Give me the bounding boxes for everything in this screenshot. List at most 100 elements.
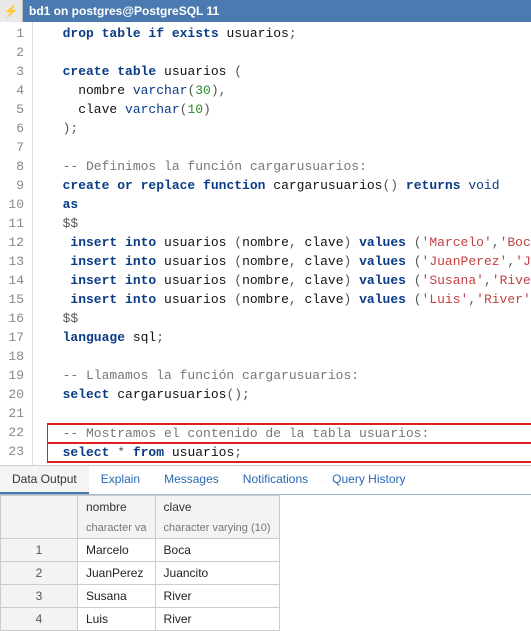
token-kw: into — [117, 254, 156, 269]
row-number: 2 — [1, 562, 78, 585]
code-line[interactable]: insert into usuarios (nombre, clave) val… — [47, 233, 531, 252]
token-kw: if — [141, 26, 164, 41]
data-output-grid: nombreclave character vacharacter varyin… — [0, 495, 280, 631]
code-line[interactable]: insert into usuarios (nombre, clave) val… — [47, 252, 531, 271]
token-kw: from — [133, 445, 164, 460]
row-number: 1 — [1, 539, 78, 562]
line-number: 2 — [4, 43, 24, 62]
code-line[interactable]: as — [47, 195, 531, 214]
code-line[interactable]: create table usuarios ( — [47, 62, 531, 81]
token-pn: () — [383, 178, 399, 193]
token-str: 'River' — [492, 273, 531, 288]
tab-query-history[interactable]: Query History — [320, 466, 417, 494]
line-number: 10 — [4, 195, 24, 214]
line-number: 13 — [4, 252, 24, 271]
token-fn: clave — [304, 292, 343, 307]
line-number: 8 — [4, 157, 24, 176]
code-line[interactable] — [47, 138, 531, 157]
token-fn: nombre — [47, 83, 133, 98]
code-line[interactable] — [47, 43, 531, 62]
cell[interactable]: Susana — [78, 585, 156, 608]
code-area[interactable]: drop table if exists usuarios; create ta… — [33, 22, 531, 465]
token-kw: values — [351, 254, 406, 269]
tab-data-output[interactable]: Data Output — [0, 466, 89, 494]
token-kw: function — [195, 178, 265, 193]
token-kw: language — [47, 330, 125, 345]
token-pn: ( — [406, 235, 422, 250]
token-pn: ( — [226, 273, 242, 288]
table-row[interactable]: 2JuanPerezJuancito — [1, 562, 280, 585]
code-line[interactable]: -- Definimos la función cargarusuarios: — [47, 157, 531, 176]
code-line[interactable]: select cargarusuarios(); — [47, 385, 531, 404]
token-fn: usuarios — [219, 26, 289, 41]
cell[interactable]: River — [155, 608, 279, 631]
code-line[interactable]: ); — [47, 119, 531, 138]
code-line[interactable] — [47, 347, 531, 366]
token-fn: usuarios — [156, 292, 226, 307]
table-row[interactable]: 4LuisRiver — [1, 608, 280, 631]
token-kw: into — [117, 292, 156, 307]
code-line[interactable]: clave varchar(10) — [47, 100, 531, 119]
table-row[interactable]: 3SusanaRiver — [1, 585, 280, 608]
token-kw: table — [94, 26, 141, 41]
execute-icon[interactable]: ⚡ — [0, 0, 23, 22]
line-number: 5 — [4, 100, 24, 119]
line-number: 22 — [4, 423, 24, 442]
token-kw: as — [47, 197, 78, 212]
tab-messages[interactable]: Messages — [152, 466, 231, 494]
token-num: 30 — [195, 83, 211, 98]
row-number: 4 — [1, 608, 78, 631]
code-line[interactable]: $$ — [47, 214, 531, 233]
token-kw: into — [117, 273, 156, 288]
code-line[interactable]: $$ — [47, 309, 531, 328]
token-fn: usuarios — [156, 273, 226, 288]
token-str: 'Boca' — [500, 235, 531, 250]
tab-explain[interactable]: Explain — [89, 466, 152, 494]
token-kw: replace — [133, 178, 195, 193]
token-pn: * — [109, 445, 132, 460]
sql-editor[interactable]: 1234567891011121314151617181920212223 dr… — [0, 22, 531, 466]
token-kw: insert — [47, 292, 117, 307]
grid-corner — [1, 518, 78, 539]
code-line[interactable] — [47, 404, 531, 423]
token-kw: insert — [47, 254, 117, 269]
token-pn: , — [507, 254, 515, 269]
code-line[interactable]: select * from usuarios; — [47, 443, 531, 463]
token-pn: , — [468, 292, 476, 307]
token-kw: create — [47, 178, 109, 193]
token-pn: $$ — [47, 216, 78, 231]
token-num: 10 — [187, 102, 203, 117]
token-pn: ); — [47, 121, 78, 136]
code-line[interactable]: language sql; — [47, 328, 531, 347]
tab-notifications[interactable]: Notifications — [231, 466, 320, 494]
token-fn: cargarusuarios — [265, 178, 382, 193]
cell[interactable]: Marcelo — [78, 539, 156, 562]
token-pn: (); — [226, 387, 249, 402]
token-kw: values — [351, 273, 406, 288]
table-row[interactable]: 1MarceloBoca — [1, 539, 280, 562]
code-line[interactable]: nombre varchar(30), — [47, 81, 531, 100]
cell[interactable]: Juancito — [155, 562, 279, 585]
cell[interactable]: JuanPerez — [78, 562, 156, 585]
code-line[interactable]: insert into usuarios (nombre, clave) val… — [47, 271, 531, 290]
code-line[interactable]: insert into usuarios (nombre, clave) val… — [47, 290, 531, 309]
code-line[interactable]: -- Mostramos el contenido de la tabla us… — [47, 423, 531, 443]
cell[interactable]: River — [155, 585, 279, 608]
code-line[interactable]: drop table if exists usuarios; — [47, 24, 531, 43]
cell[interactable]: Luis — [78, 608, 156, 631]
token-pn: , — [289, 254, 305, 269]
cell[interactable]: Boca — [155, 539, 279, 562]
code-line[interactable]: -- Llamamos la función cargarusuarios: — [47, 366, 531, 385]
token-str: 'Luis' — [422, 292, 469, 307]
token-fn: usuarios — [156, 64, 226, 79]
token-pn: ( — [226, 64, 242, 79]
token-kw: returns — [398, 178, 460, 193]
line-number: 3 — [4, 62, 24, 81]
code-line[interactable]: create or replace function cargarusuario… — [47, 176, 531, 195]
column-header[interactable]: nombre — [78, 496, 156, 519]
token-pn: ( — [226, 235, 242, 250]
token-pn: , — [289, 292, 305, 307]
column-header[interactable]: clave — [155, 496, 279, 519]
token-str: 'JuanPerez' — [422, 254, 508, 269]
token-str: 'Juancito' — [515, 254, 531, 269]
